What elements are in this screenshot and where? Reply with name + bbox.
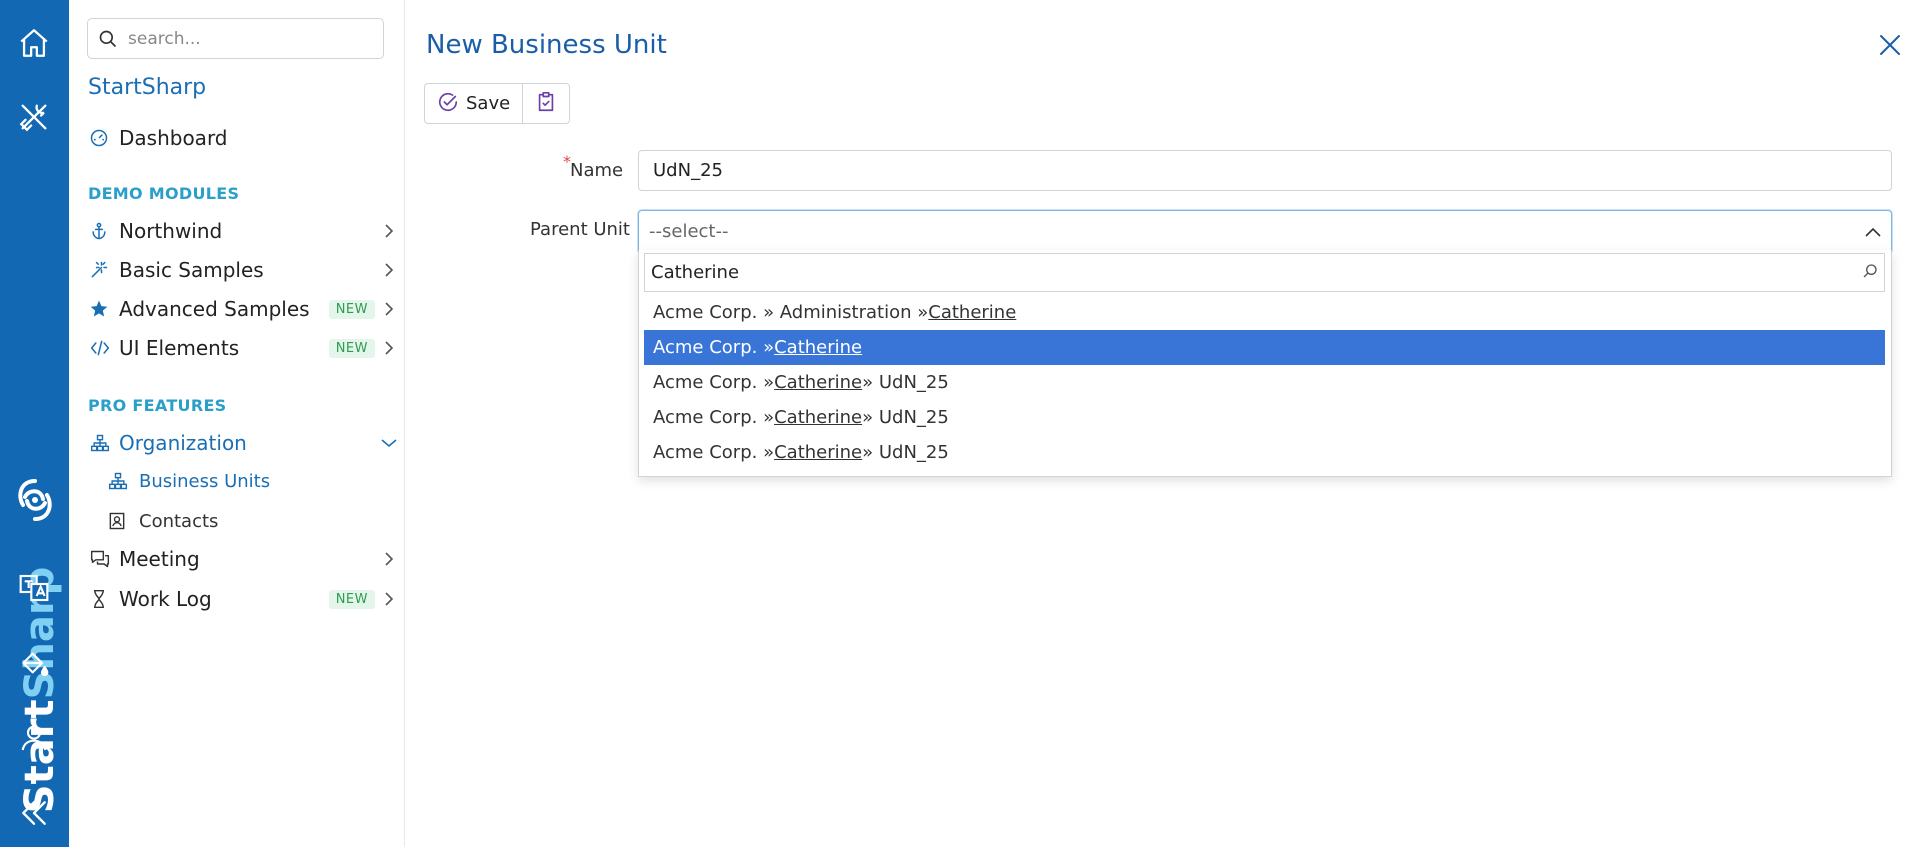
name-label: Name	[570, 160, 624, 181]
nav-work-log[interactable]: Work Log NEW	[87, 581, 397, 617]
dropdown-option-selected[interactable]: Acme Corp. » Catherine	[644, 330, 1885, 365]
code-icon	[87, 338, 119, 358]
dropdown-option[interactable]: Acme Corp. » Administration » Catherine	[644, 295, 1885, 330]
chevron-down-icon	[381, 437, 397, 449]
search-icon	[88, 29, 128, 49]
new-badge: NEW	[328, 589, 375, 609]
magic-wand-icon	[87, 260, 119, 280]
nav-meeting[interactable]: Meeting	[87, 541, 397, 577]
search-icon	[1862, 263, 1878, 283]
sidebar-item-business-units[interactable]: Business Units	[105, 465, 385, 497]
new-badge: NEW	[328, 299, 375, 319]
icon-rail: StartSharp	[0, 0, 69, 847]
chat-icon	[87, 549, 119, 569]
dropdown-option[interactable]: Acme Corp. » Catherine » UdN_25	[644, 365, 1885, 400]
collapse-sidebar-icon[interactable]	[14, 793, 54, 833]
parent-unit-dropdown: Acme Corp. » Administration » Catherine …	[638, 250, 1892, 477]
sidebar-item-contacts[interactable]: Contacts	[105, 505, 385, 537]
new-badge: NEW	[328, 338, 375, 358]
toolbar: Save	[424, 83, 571, 124]
sidebar: StartSharp Dashboard DEMO MODULES Northw…	[69, 0, 405, 847]
paint-bucket-icon[interactable]	[14, 643, 54, 683]
nav-advanced-samples[interactable]: Advanced Samples NEW	[87, 291, 397, 327]
app-title: StartSharp	[88, 75, 207, 100]
nav-organization[interactable]: Organization	[87, 425, 397, 461]
close-icon[interactable]	[1875, 30, 1905, 60]
nav-dashboard[interactable]: Dashboard	[87, 120, 397, 156]
anchor-icon	[87, 221, 119, 241]
tools-icon[interactable]	[14, 97, 54, 137]
clipboard-check-icon	[535, 91, 557, 117]
org-chart-icon	[87, 433, 119, 453]
chevron-right-icon	[381, 302, 397, 316]
section-pro-features: PRO FEATURES	[88, 396, 227, 415]
section-demo-modules: DEMO MODULES	[88, 184, 240, 203]
chevron-right-icon	[381, 263, 397, 277]
apply-changes-button[interactable]	[522, 84, 569, 123]
chevron-up-icon	[1865, 222, 1881, 241]
home-icon[interactable]	[14, 23, 54, 63]
translate-icon[interactable]	[14, 568, 54, 608]
star-icon	[87, 299, 119, 319]
org-chart-icon	[105, 471, 139, 491]
startsharp-logo: StartSharp	[6, 270, 64, 813]
dashboard-icon	[87, 128, 119, 148]
contact-card-icon	[105, 511, 139, 531]
sidebar-search-input[interactable]	[128, 28, 368, 49]
dropdown-option[interactable]: Acme Corp. » Catherine » UdN_25	[644, 400, 1885, 435]
nav-northwind[interactable]: Northwind	[87, 213, 397, 249]
dropdown-search-input[interactable]	[651, 262, 1862, 283]
user-icon[interactable]	[14, 718, 54, 758]
save-button[interactable]: Save	[425, 84, 522, 123]
chevron-right-icon	[381, 341, 397, 355]
nav-basic-samples[interactable]: Basic Samples	[87, 252, 397, 288]
page-title: New Business Unit	[426, 30, 667, 60]
dropdown-option[interactable]: Acme Corp. » Catherine » UdN_25	[644, 435, 1885, 470]
hourglass-icon	[87, 589, 119, 609]
chevron-right-icon	[381, 592, 397, 606]
name-input[interactable]	[638, 150, 1892, 191]
check-circle-icon	[437, 91, 459, 117]
dropdown-search[interactable]	[644, 253, 1885, 292]
nav-ui-elements[interactable]: UI Elements NEW	[87, 330, 397, 366]
parent-unit-select[interactable]: --select--	[638, 210, 1892, 251]
chevron-right-icon	[381, 224, 397, 238]
parent-unit-label: Parent Unit	[530, 219, 630, 240]
sidebar-search[interactable]	[87, 18, 384, 59]
main-panel: New Business Unit Save * Name Parent Uni…	[406, 0, 1920, 847]
chevron-right-icon	[381, 552, 397, 566]
